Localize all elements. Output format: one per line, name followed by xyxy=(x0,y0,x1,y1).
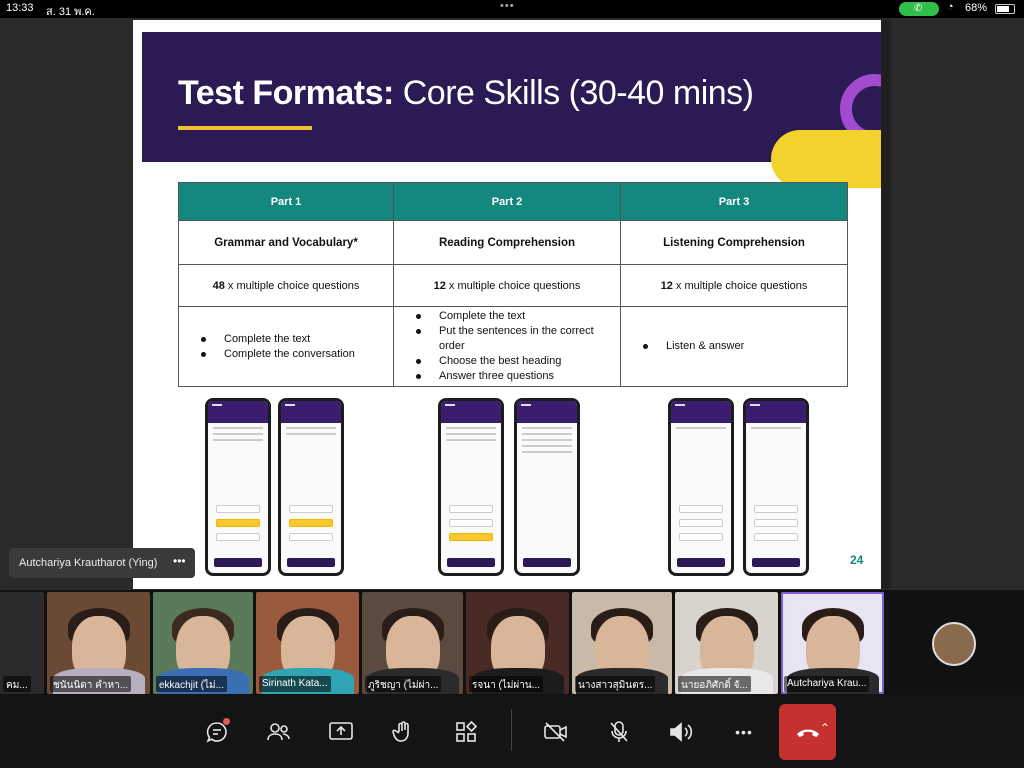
header-part-1: Part 1 xyxy=(178,182,394,221)
battery-icon xyxy=(995,4,1015,14)
unread-dot xyxy=(223,718,230,725)
table-row-tasks: Complete the text Complete the conversat… xyxy=(178,306,848,387)
speaker-icon[interactable] xyxy=(662,713,700,751)
phone-mockup xyxy=(668,398,734,576)
task-item: Complete the conversation xyxy=(199,347,393,362)
count-cell: 12 x multiple choice questions xyxy=(393,264,621,307)
table-row-skill: Grammar and Vocabulary* Reading Comprehe… xyxy=(178,220,848,265)
wifi-icon: ◔ xyxy=(947,1,954,13)
phone-mockup xyxy=(438,398,504,576)
task-item: Complete the text xyxy=(199,332,393,347)
chat-icon[interactable] xyxy=(198,713,236,751)
shared-screen-stage: Test Formats: Core Skills (30-40 mins) P… xyxy=(0,18,1024,590)
apps-icon[interactable] xyxy=(447,713,485,751)
task-item: Complete the text xyxy=(414,309,620,324)
title-underline xyxy=(178,126,312,130)
slide-page-number: 24 xyxy=(850,553,864,567)
phone-mockup xyxy=(514,398,580,576)
count-cell: 12 x multiple choice questions xyxy=(620,264,848,307)
participant-tile[interactable]: ชนันนิดา คำหา... xyxy=(47,592,150,694)
phone-icon: ✆ xyxy=(914,3,923,14)
participant-tile-active-speaker[interactable]: Autchariya Krau... xyxy=(781,592,884,694)
skill-cell: Reading Comprehension xyxy=(393,220,621,265)
tasks-cell: Listen & answer xyxy=(620,306,848,387)
participant-tile[interactable]: คม... xyxy=(0,592,44,694)
table-header-row: Part 1 Part 2 Part 3 xyxy=(178,182,848,221)
toolbar-divider xyxy=(511,709,512,751)
hang-up-icon xyxy=(796,729,819,737)
mic-off-icon[interactable] xyxy=(600,713,638,751)
chevron-up-icon[interactable]: ⌃ xyxy=(820,721,830,735)
share-screen-icon[interactable] xyxy=(322,713,360,751)
people-icon[interactable] xyxy=(260,713,298,751)
tasks-cell: Complete the text Complete the conversat… xyxy=(178,306,394,387)
participant-tile[interactable]: ekkachjit (ไม่... xyxy=(153,592,253,694)
presenter-name: Autchariya Krautharot (Ying) xyxy=(19,557,158,569)
participant-strip: คม... ชนันนิดา คำหา... ekkachjit (ไม่...… xyxy=(0,590,1024,695)
header-part-2: Part 2 xyxy=(393,182,621,221)
presenter-name-tag: Autchariya Krautharot (Ying) ••• xyxy=(9,548,195,578)
hang-up-button[interactable]: ⌃ xyxy=(779,704,836,760)
table-row-count: 48 x multiple choice questions 12 x mult… xyxy=(178,264,848,307)
participant-tile[interactable]: รจนา (ไม่ผ่าน... xyxy=(466,592,569,694)
call-pill[interactable]: ✆ xyxy=(899,2,939,16)
presentation-slide: Test Formats: Core Skills (30-40 mins) P… xyxy=(133,20,891,589)
raise-hand-icon[interactable] xyxy=(385,713,423,751)
status-time: 13:33 xyxy=(6,2,34,14)
meeting-toolbar: ••• ⌃ xyxy=(0,695,1024,768)
task-item: Answer three questions xyxy=(414,369,620,384)
multitask-dots[interactable]: ••• xyxy=(500,0,515,12)
task-item: Choose the best heading xyxy=(414,354,620,369)
decorative-shape xyxy=(771,130,891,188)
presenter-more-button[interactable]: ••• xyxy=(173,554,186,568)
phone-mockup xyxy=(743,398,809,576)
more-options-button[interactable]: ••• xyxy=(725,713,763,751)
participant-tile[interactable]: นายอภิศักดิ์ จั... xyxy=(675,592,778,694)
video-off-icon[interactable] xyxy=(537,713,575,751)
skill-cell: Listening Comprehension xyxy=(620,220,848,265)
skill-cell: Grammar and Vocabulary* xyxy=(178,220,394,265)
task-item: Listen & answer xyxy=(641,339,847,354)
participant-tile[interactable]: ภูริชญา (ไม่ผ่า... xyxy=(362,592,463,694)
header-part-3: Part 3 xyxy=(620,182,848,221)
avatar[interactable] xyxy=(932,622,976,666)
tasks-cell: Complete the text Put the sentences in t… xyxy=(393,306,621,387)
task-item: Put the sentences in the correct order xyxy=(414,324,620,354)
count-cell: 48 x multiple choice questions xyxy=(178,264,394,307)
participant-tile[interactable]: นางสาวสุมินตร... xyxy=(572,592,672,694)
slide-banner: Test Formats: Core Skills (30-40 mins) xyxy=(142,32,884,162)
phone-mockup xyxy=(278,398,344,576)
battery-percent: 68% xyxy=(965,2,988,14)
slide-title: Test Formats: Core Skills (30-40 mins) xyxy=(178,74,754,112)
participant-tile[interactable]: Sirinath Kata... xyxy=(256,592,359,694)
status-bar: 13:33 ส. 31 พ.ค. ••• ✆ ◔ 68% xyxy=(0,0,1024,18)
phone-mockup xyxy=(205,398,271,576)
formats-table: Part 1 Part 2 Part 3 Grammar and Vocabul… xyxy=(178,182,848,387)
